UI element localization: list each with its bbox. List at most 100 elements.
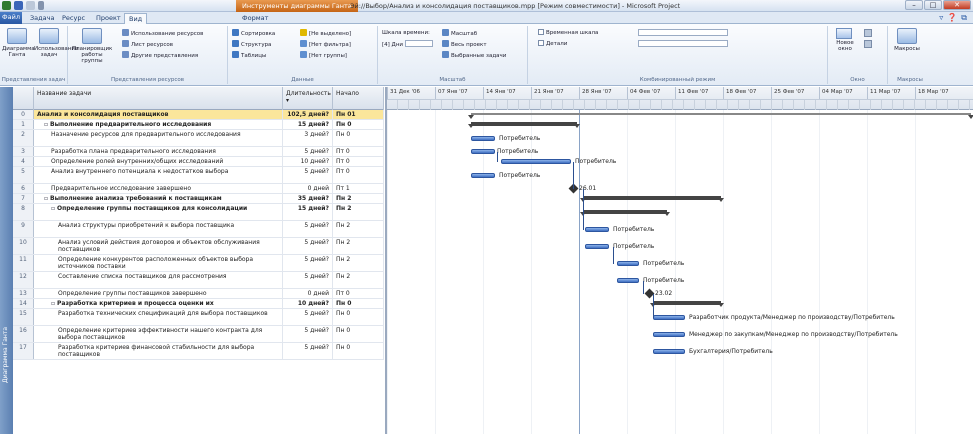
duration-cell[interactable]: 5 дней? [283, 147, 333, 156]
summary-bar[interactable] [580, 209, 670, 216]
task-name-cell[interactable]: Разработка технических спецификаций для … [34, 309, 283, 325]
task-bar[interactable] [471, 172, 495, 178]
maximize-button[interactable]: □ [924, 0, 942, 10]
task-bar[interactable] [653, 314, 685, 320]
other-views-button[interactable]: Другие представления [122, 51, 198, 60]
table-row[interactable]: 0 Анализ и консолидация поставщиков 102,5 … [13, 110, 384, 120]
duration-cell[interactable]: 5 дней? [283, 221, 333, 237]
row-id-cell[interactable]: 11 [13, 255, 34, 271]
task-usage-button[interactable]: Использование задач [34, 28, 78, 58]
task-name-cell[interactable]: Назначение ресурсов для предварительного… [34, 130, 283, 146]
task-name-cell[interactable]: Анализ условий действия договоров и объе… [34, 238, 283, 254]
start-cell[interactable]: Пн 2 [333, 204, 384, 220]
row-id-cell[interactable]: 2 [13, 130, 34, 146]
duration-cell[interactable]: 0 дней [283, 184, 333, 193]
duration-cell[interactable]: 5 дней? [283, 255, 333, 271]
table-row[interactable]: 6 Предварительное исследование завершено 0… [13, 184, 384, 194]
selected-tasks-button[interactable]: Выбранные задачи [442, 51, 506, 60]
resource-sheet-button[interactable]: Лист ресурсов [122, 40, 173, 49]
start-cell[interactable]: Пн 0 [333, 343, 384, 359]
details-checkbox[interactable]: Детали [538, 40, 567, 49]
details-view-dropdown[interactable] [638, 40, 728, 49]
tab-view[interactable]: Вид [124, 13, 148, 24]
task-name-cell[interactable]: Предварительное исследование завершено [34, 184, 283, 193]
duration-cell[interactable]: 5 дней? [283, 238, 333, 254]
column-header-duration[interactable]: Длительность ▾ [283, 87, 333, 110]
task-bar[interactable] [471, 149, 495, 154]
select-all-cell[interactable] [13, 87, 34, 110]
task-name-cell[interactable]: ▫ Разработка критериев и процесса оценки … [34, 299, 283, 308]
start-cell[interactable]: Пн 2 [333, 238, 384, 254]
tables-button[interactable]: Таблицы [232, 51, 266, 60]
duration-cell[interactable]: 15 дней? [283, 120, 333, 129]
table-row[interactable]: 8 ▫ Определение группы поставщиков для кон… [13, 204, 384, 221]
duration-cell[interactable]: 0 дней [283, 289, 333, 298]
undo-icon[interactable] [26, 1, 35, 10]
table-row[interactable]: 13 Определение группы поставщиков заверше… [13, 289, 384, 299]
task-name-cell[interactable]: Анализ и консолидация поставщиков [34, 110, 283, 119]
table-row[interactable]: 3 Разработка плана предварительного иссле… [13, 147, 384, 157]
table-row[interactable]: 14 ▫ Разработка критериев и процесса оценк… [13, 299, 384, 309]
tab-task[interactable]: Задача [26, 13, 58, 24]
summary-bar[interactable] [580, 196, 724, 202]
row-id-cell[interactable]: 12 [13, 272, 34, 288]
start-cell[interactable]: Пн 0 [333, 120, 384, 129]
start-cell[interactable]: Пн 0 [333, 299, 384, 308]
row-id-cell[interactable]: 17 [13, 343, 34, 359]
timeline-view-dropdown[interactable] [638, 29, 728, 38]
start-cell[interactable]: Пт 0 [333, 289, 384, 298]
start-cell[interactable]: Пн 0 [333, 130, 384, 146]
task-bar[interactable] [653, 331, 685, 337]
sort-button[interactable]: Сортировка [232, 29, 275, 38]
summary-bar[interactable] [468, 122, 580, 128]
table-row[interactable]: 10 Анализ условий действия договоров и об… [13, 238, 384, 255]
timeline-checkbox[interactable]: Временная шкала [538, 29, 598, 38]
task-name-cell[interactable]: ▫ Определение группы поставщиков для конс… [34, 204, 283, 220]
duration-cell[interactable]: 3 дней? [283, 130, 333, 146]
zoom-button[interactable]: Масштаб [442, 29, 477, 38]
task-bar[interactable] [471, 135, 495, 141]
task-bar[interactable] [617, 277, 639, 283]
gantt-chart-button[interactable]: Диаграмма Ганта [2, 28, 35, 58]
table-row[interactable]: 11 Определение конкурентов расположенных … [13, 255, 384, 272]
task-name-cell[interactable]: Составление списка поставщиков для рассм… [34, 272, 283, 288]
duration-cell[interactable]: 15 дней? [283, 204, 333, 220]
tab-project[interactable]: Проект [92, 13, 125, 24]
task-bar[interactable] [585, 226, 609, 232]
start-cell[interactable]: Пт 0 [333, 167, 384, 183]
duration-cell[interactable]: 5 дней? [283, 326, 333, 342]
help-icon[interactable]: ❓ [947, 13, 957, 23]
start-cell[interactable]: Пн 2 [333, 221, 384, 237]
task-name-cell[interactable]: Определение критериев эффективности наше… [34, 326, 283, 342]
summary-bar[interactable] [650, 301, 724, 307]
resource-usage-button[interactable]: Использование ресурсов [122, 29, 203, 38]
start-cell[interactable]: Пн 2 [333, 272, 384, 288]
duration-cell[interactable]: 5 дней? [283, 167, 333, 183]
task-bar[interactable] [617, 260, 639, 266]
filter-dropdown[interactable]: [Нет фильтра] [300, 40, 351, 49]
save-icon[interactable] [14, 1, 23, 10]
macros-button[interactable]: Макросы [892, 28, 922, 52]
group-by-dropdown[interactable]: [Нет группы] [300, 51, 347, 60]
table-row[interactable]: 9 Анализ структуры приобретений к выбора … [13, 221, 384, 238]
row-id-cell[interactable]: 7 [13, 194, 34, 203]
duration-cell[interactable]: 10 дней? [283, 157, 333, 166]
new-window-button[interactable]: Новое окно [830, 40, 860, 52]
row-id-cell[interactable]: 10 [13, 238, 34, 254]
row-id-cell[interactable]: 0 [13, 110, 34, 119]
task-name-cell[interactable]: ▫ Выполнение анализа требований к поставщ… [34, 194, 283, 203]
row-id-cell[interactable]: 6 [13, 184, 34, 193]
outline-button[interactable]: Структура [232, 40, 271, 49]
row-id-cell[interactable]: 9 [13, 221, 34, 237]
row-id-cell[interactable]: 1 [13, 120, 34, 129]
row-id-cell[interactable]: 15 [13, 309, 34, 325]
task-name-cell[interactable]: Разработка критериев финансовой стабильн… [34, 343, 283, 359]
row-id-cell[interactable]: 5 [13, 167, 34, 183]
start-cell[interactable]: Пт 0 [333, 157, 384, 166]
table-row[interactable]: 16 Определение критериев эффективности на… [13, 326, 384, 343]
start-cell[interactable]: Пн 2 [333, 255, 384, 271]
task-name-cell[interactable]: Разработка плана предварительного исслед… [34, 147, 283, 156]
table-row[interactable]: 4 Определение ролей внутренних/общих иссл… [13, 157, 384, 167]
task-name-cell[interactable]: ▫ Выполнение предварительного исследовани… [34, 120, 283, 129]
column-header-name[interactable]: Название задачи [34, 87, 283, 110]
